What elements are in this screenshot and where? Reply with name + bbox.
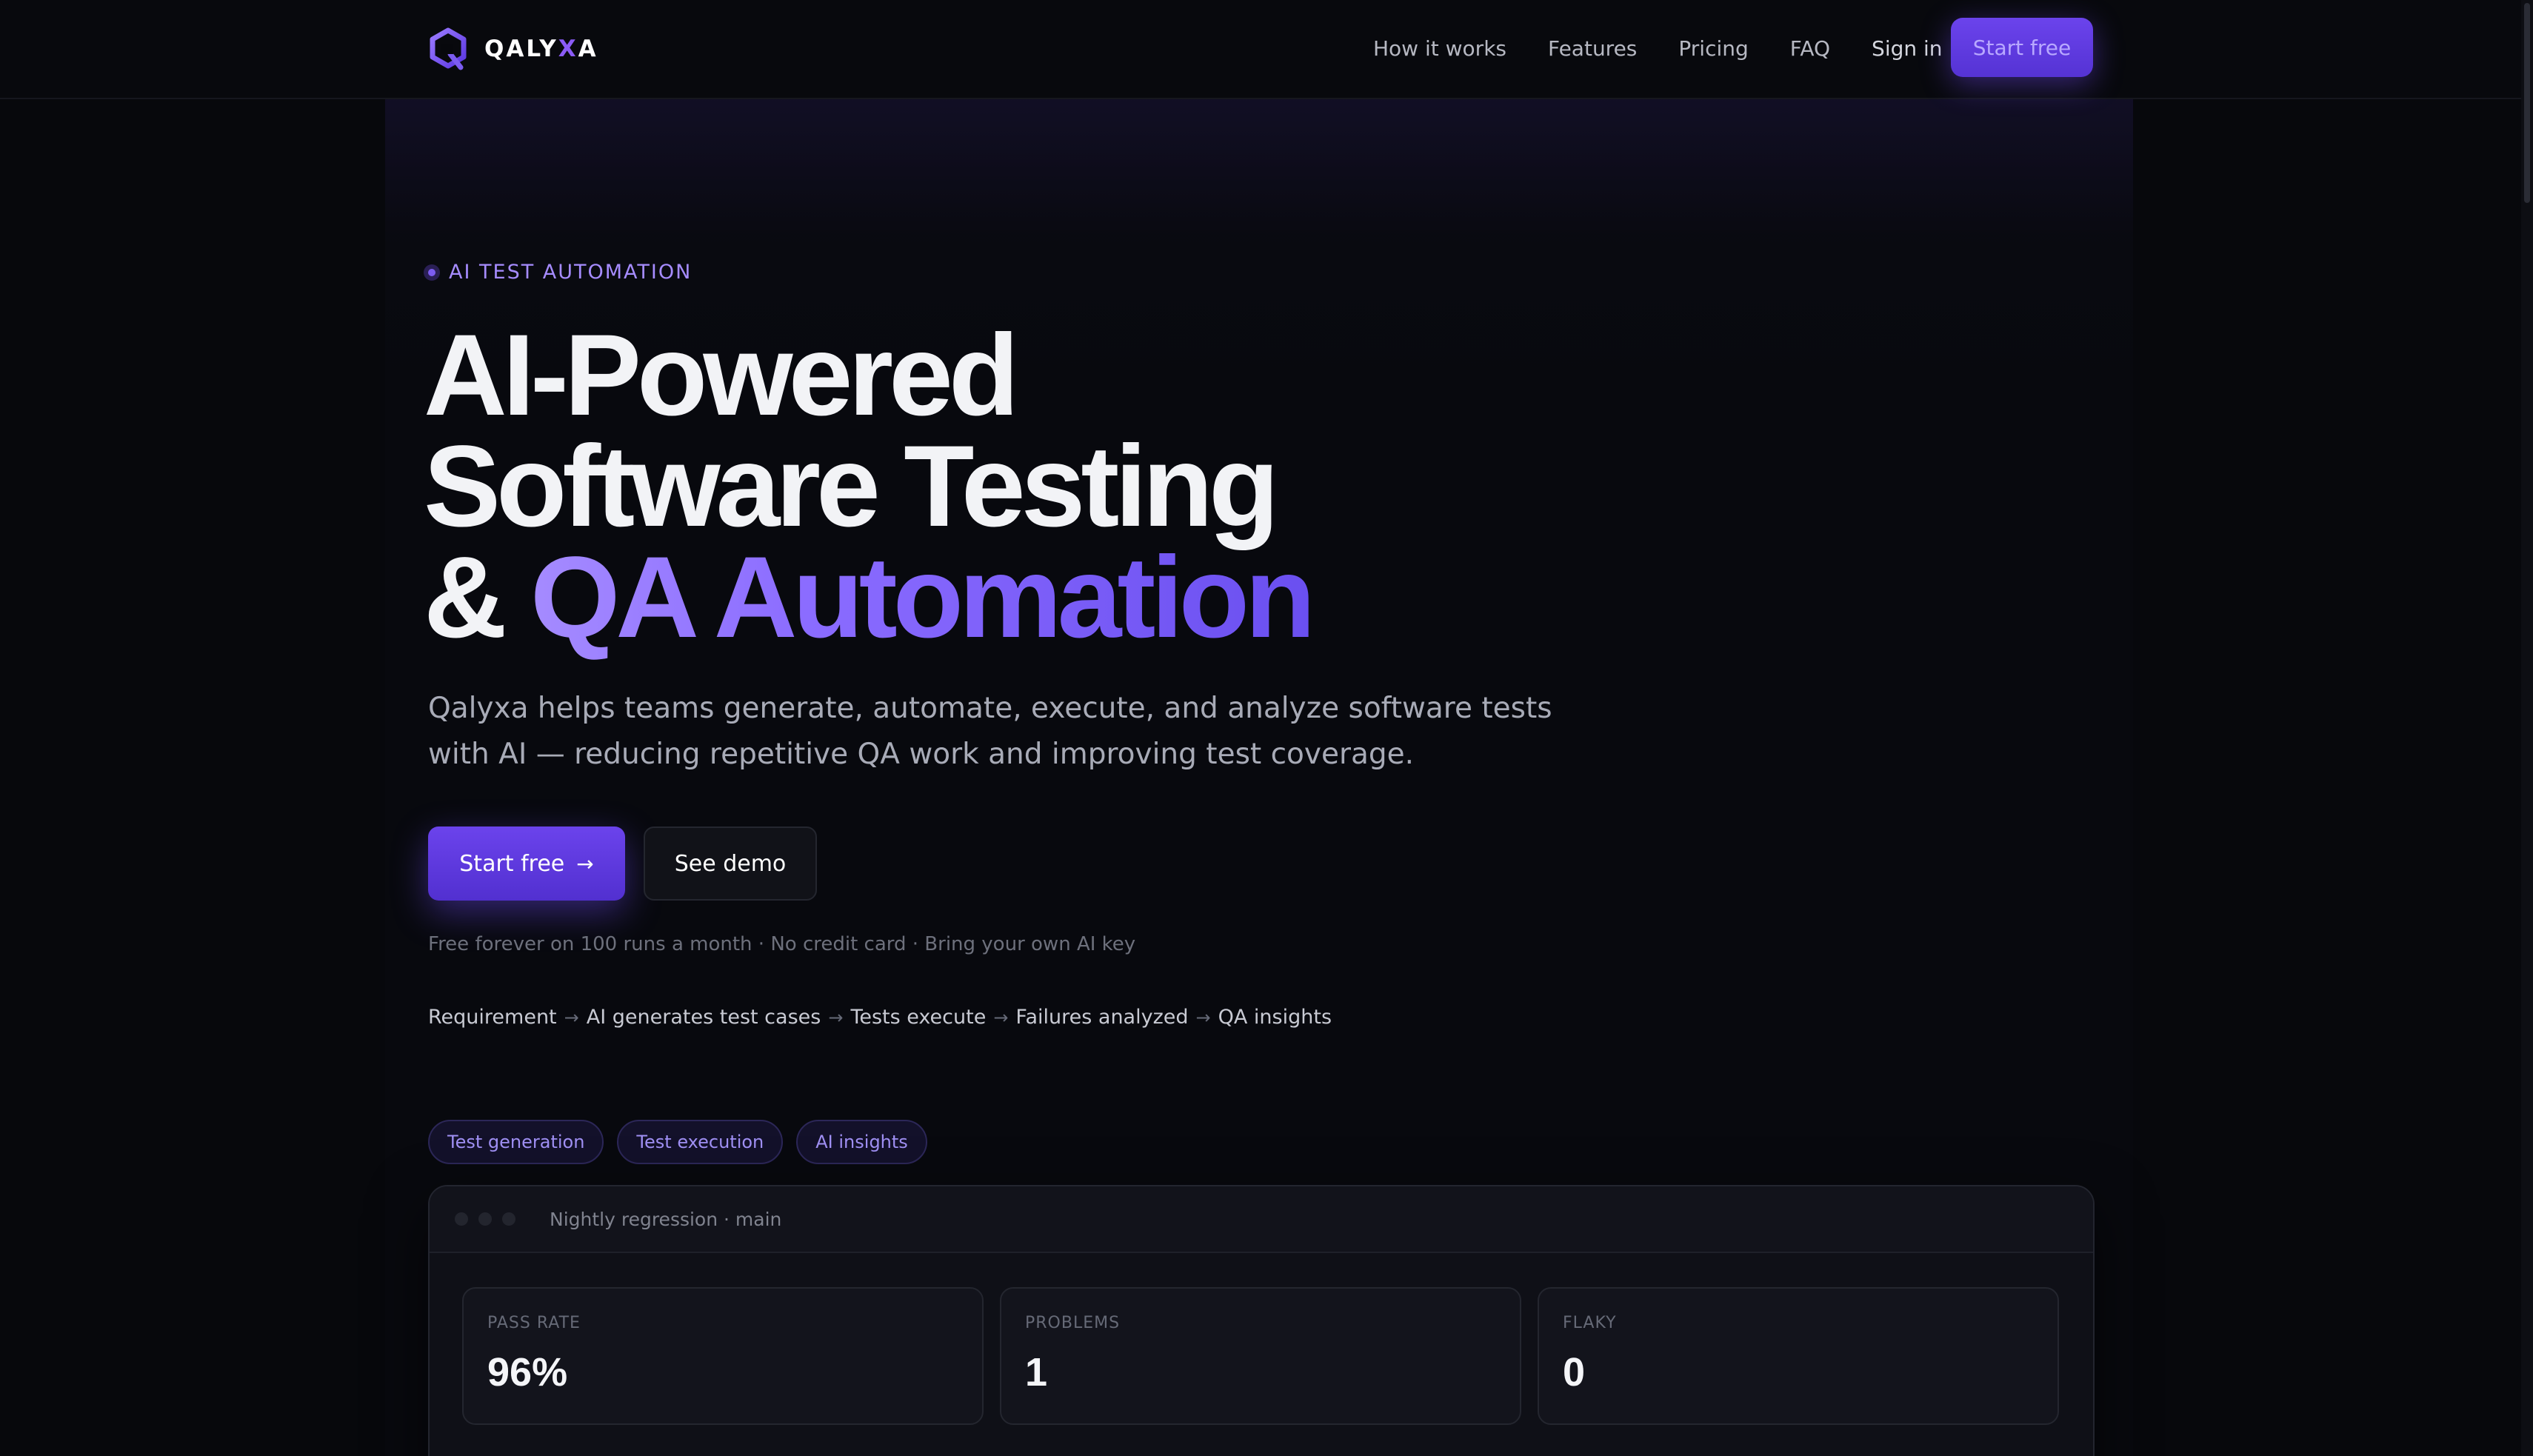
stat-value: 96% [487,1350,568,1395]
tab-test-execution[interactable]: Test execution [617,1120,784,1164]
dashboard-preview: Nightly regression · main PASS RATE 96% … [428,1185,2095,1456]
see-demo-button[interactable]: See demo [644,826,817,901]
hero-start-free-button[interactable]: Start free → [428,826,625,901]
headline-accent: QA Automation [530,533,1315,662]
scrollbar-thumb[interactable] [2524,3,2530,203]
tab-ai-insights[interactable]: AI insights [796,1120,927,1164]
headline-line-2: Software Testing [424,422,1279,551]
nav-start-free-button[interactable]: Start free [1951,18,2093,77]
stat-card-flaky: FLAKY 0 [1538,1287,2059,1425]
top-navigation: QALYXA How it works Features Pricing FAQ… [0,0,2521,99]
arrow-right-icon: → [576,851,594,876]
arrow-right-icon: → [1195,1006,1211,1028]
window-dots-icon [455,1212,526,1226]
stat-label: FLAKY [1563,1314,1617,1332]
flow-step: Requirement [428,1006,557,1029]
workflow-steps: Requirement → AI generates test cases → … [428,1006,1332,1029]
dashboard-title: Nightly regression · main [550,1208,782,1230]
stat-card-problems: PROBLEMS 1 [1000,1287,1521,1425]
stat-label: PROBLEMS [1025,1314,1121,1332]
arrow-right-icon: → [828,1006,844,1028]
page-scrollbar[interactable] [2521,0,2533,1456]
hero-headline: AI-Powered Software Testing & QA Automat… [424,311,1831,662]
start-free-label: Start free [459,850,565,877]
nav-link-how-it-works[interactable]: How it works [1373,36,1506,61]
nav-link-faq[interactable]: FAQ [1790,36,1830,61]
arrow-right-icon: → [564,1006,579,1028]
qalyxa-logo-icon [430,27,467,70]
eyebrow-dot-icon [424,264,440,281]
stat-label: PASS RATE [487,1314,581,1332]
feature-tabs: Test generation Test execution AI insigh… [428,1120,941,1164]
arrow-right-icon: → [993,1006,1009,1028]
flow-step: Tests execute [850,1006,987,1029]
headline-line-1: AI-Powered [424,311,1019,440]
hero-eyebrow: AI TEST AUTOMATION [424,261,692,284]
brand-logo[interactable]: QALYXA [428,25,598,73]
dashboard-header: Nightly regression · main [430,1186,2093,1253]
hero-subtext: Qalyxa helps teams generate, automate, e… [428,692,1552,771]
brand-name: QALYXA [484,36,598,62]
headline-line-3: & QA Automation [424,533,1315,662]
nav-link-features[interactable]: Features [1548,36,1637,61]
nav-links: How it works Features Pricing FAQ Sign i… [1373,0,1984,96]
tab-test-generation[interactable]: Test generation [428,1120,604,1164]
stats-row: PASS RATE 96% PROBLEMS 1 FLAKY 0 [462,1287,2075,1425]
stat-value: 1 [1025,1350,1048,1395]
stat-value: 0 [1563,1350,1586,1395]
stat-card-pass-rate: PASS RATE 96% [462,1287,984,1425]
flow-step: QA insights [1218,1006,1332,1029]
flow-step: AI generates test cases [586,1006,821,1029]
nav-link-sign-in[interactable]: Sign in [1872,36,1943,61]
landing-page: QALYXA How it works Features Pricing FAQ… [0,0,2533,1456]
flow-step: Failures analyzed [1015,1006,1189,1029]
hero-fineprint: Free forever on 100 runs a month · No cr… [428,933,1136,955]
eyebrow-label: AI TEST AUTOMATION [449,261,693,284]
nav-link-pricing[interactable]: Pricing [1678,36,1748,61]
